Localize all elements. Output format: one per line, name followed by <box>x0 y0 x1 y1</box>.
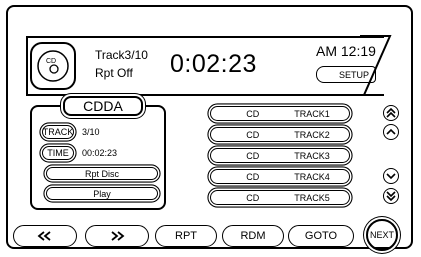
cd-icon-label: CD <box>46 58 56 65</box>
track-source: CD <box>246 150 260 161</box>
cd-icon: CD <box>37 50 69 82</box>
next-track-button[interactable] <box>85 225 149 247</box>
track-source: CD <box>246 108 260 119</box>
time-label-pill: TIME <box>42 146 74 160</box>
track-source: CD <box>246 192 260 203</box>
cdda-title: CDDA <box>63 96 143 116</box>
page-down-button[interactable] <box>383 188 399 204</box>
track-source: CD <box>246 171 260 182</box>
track-list-item[interactable]: CD TRACK2 <box>210 127 350 142</box>
track-name: TRACK1 <box>294 108 330 119</box>
track-list-item[interactable]: CD TRACK3 <box>210 148 350 163</box>
fast-forward-icon <box>111 231 125 241</box>
rewind-icon <box>37 231 51 241</box>
setup-button[interactable]: SETUP <box>316 66 376 83</box>
chevron-up-icon <box>386 128 396 135</box>
track-list-item[interactable]: CD TRACK1 <box>210 106 350 121</box>
repeat-disc-button[interactable]: Rpt Disc <box>46 167 158 180</box>
random-button[interactable]: RDM <box>222 225 284 247</box>
goto-button[interactable]: GOTO <box>288 225 354 247</box>
track-name: TRACK4 <box>294 171 330 182</box>
scroll-down-button[interactable] <box>383 168 399 184</box>
track-list-item[interactable]: CD TRACK5 <box>210 190 350 205</box>
repeat-button[interactable]: RPT <box>155 225 217 247</box>
track-list-item[interactable]: CD TRACK4 <box>210 169 350 184</box>
track-value: 3/10 <box>82 127 100 137</box>
play-button[interactable]: Play <box>46 187 158 200</box>
scroll-up-button[interactable] <box>383 124 399 140</box>
page-up-button[interactable] <box>383 105 399 121</box>
next-page-button[interactable]: NEXT <box>366 219 398 251</box>
track-name: TRACK3 <box>294 150 330 161</box>
clock: AM 12:19 <box>316 43 376 59</box>
double-chevron-down-icon <box>386 191 396 202</box>
track-source: CD <box>246 129 260 140</box>
track-name: TRACK2 <box>294 129 330 140</box>
repeat-status: Rpt Off <box>95 66 133 80</box>
disc-icon-box: CD <box>30 42 76 90</box>
time-value: 00:02:23 <box>82 148 118 158</box>
double-chevron-up-icon <box>386 107 396 118</box>
chevron-down-icon <box>386 173 396 180</box>
previous-button[interactable] <box>13 225 77 247</box>
track-label-pill: TRACK <box>42 125 74 139</box>
track-indicator: Track3/10 <box>95 48 148 62</box>
track-name: TRACK5 <box>294 192 330 203</box>
elapsed-time: 0:02:23 <box>170 50 257 78</box>
